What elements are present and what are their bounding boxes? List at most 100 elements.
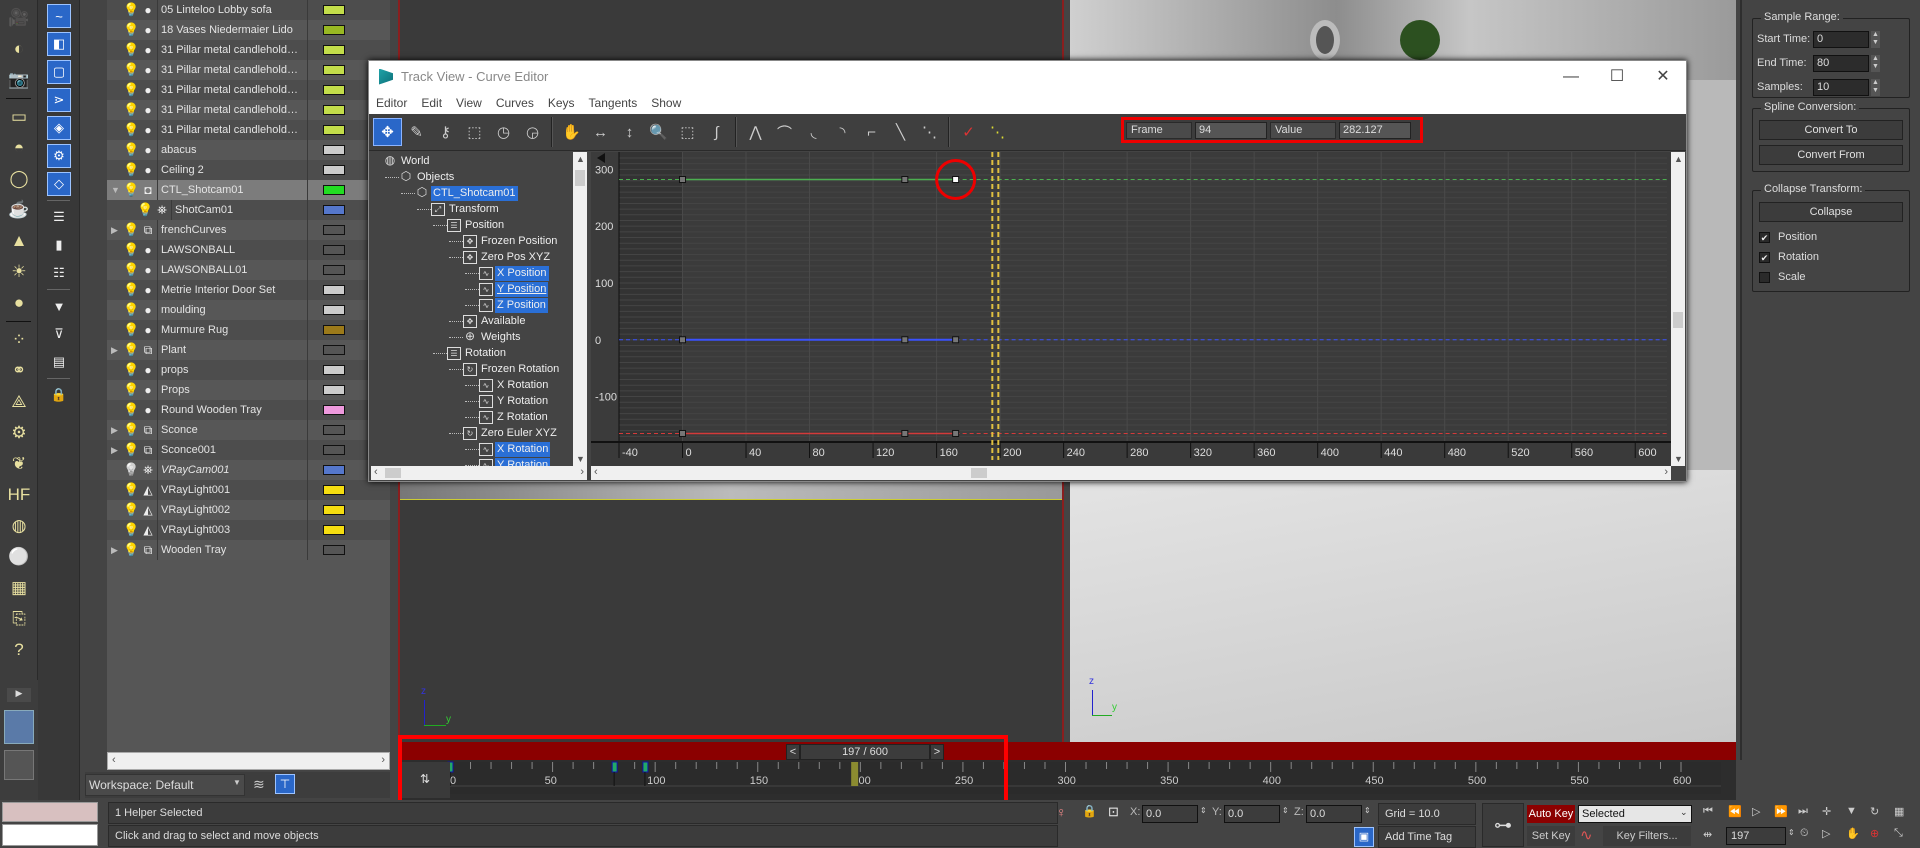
scene-explorer-item[interactable]: ▶ 💡 ⧉ Wooden Tray: [107, 540, 390, 560]
track-tree-item[interactable]: ∿ Y Position: [479, 282, 549, 297]
maximize-button[interactable]: ☐: [1594, 61, 1640, 92]
zoom-extents-icon[interactable]: ✛: [1822, 805, 1831, 818]
shell-icon[interactable]: ◍: [6, 513, 32, 539]
object-color-swatch[interactable]: [323, 205, 345, 215]
end-time-input[interactable]: [1813, 54, 1869, 72]
object-color-swatch[interactable]: [323, 125, 345, 135]
object-color-swatch[interactable]: [323, 305, 345, 315]
scroll-left-icon[interactable]: ‹: [112, 754, 116, 766]
set-key-button[interactable]: Set Key: [1527, 826, 1575, 846]
checkbox-box[interactable]: ✔: [1759, 231, 1770, 243]
layout-two-icon[interactable]: [4, 710, 34, 744]
menu-keys[interactable]: Keys: [541, 96, 582, 110]
select-invert-icon[interactable]: ☷: [47, 261, 71, 285]
menu-show[interactable]: Show: [644, 96, 688, 110]
maxscript-input[interactable]: [2, 824, 98, 846]
rotation-checkbox[interactable]: ✔ Rotation: [1753, 247, 1909, 267]
isolate-icon[interactable]: ♀: [1056, 804, 1067, 820]
play-icon[interactable]: ▷: [1752, 805, 1760, 818]
object-color-swatch[interactable]: [323, 85, 345, 95]
track-tree-item[interactable]: ✥ Available: [463, 314, 527, 329]
add-time-tag-button[interactable]: Add Time Tag: [1378, 826, 1476, 848]
help-icon[interactable]: ?: [6, 637, 32, 663]
key-filters-button[interactable]: Key Filters...: [1603, 826, 1691, 846]
table-icon[interactable]: ▦: [6, 575, 32, 601]
region-select-icon[interactable]: ⬚: [460, 118, 489, 146]
visibility-bulb-icon[interactable]: 💡: [123, 462, 139, 478]
visibility-bulb-icon[interactable]: 💡: [123, 522, 139, 538]
track-tree-item[interactable]: ⊕ Weights: [463, 330, 523, 345]
display-cameras-icon[interactable]: ⚙: [47, 144, 71, 168]
tangent-step-icon[interactable]: ⌐: [857, 118, 886, 146]
object-color-swatch[interactable]: [323, 165, 345, 175]
curve-key[interactable]: [901, 336, 909, 344]
scroll-right-icon[interactable]: ›: [381, 754, 385, 766]
add-keys-icon[interactable]: ⚷: [431, 118, 460, 146]
expand-arrow-icon[interactable]: ▶: [7, 688, 31, 702]
object-color-swatch[interactable]: [323, 485, 345, 495]
viewport-bottom-left[interactable]: z y: [398, 500, 1064, 742]
tree-vertical-scrollbar[interactable]: ▲ ▼: [573, 152, 587, 466]
visibility-bulb-icon[interactable]: 💡: [123, 262, 139, 278]
curve-editor-titlebar[interactable]: Track View - Curve Editor — ☐ ✕: [369, 61, 1686, 92]
object-color-swatch[interactable]: [323, 285, 345, 295]
mesh-light-icon[interactable]: ☕: [6, 197, 32, 223]
key-mode-toggle-icon[interactable]: ⇹: [1703, 828, 1712, 841]
visibility-bulb-icon[interactable]: 💡: [123, 222, 139, 238]
export-icon[interactable]: ⎘: [6, 606, 32, 632]
camera-icon[interactable]: 🎥: [6, 5, 32, 31]
visibility-bulb-icon[interactable]: 💡: [123, 302, 139, 318]
scene-explorer-item[interactable]: ▼ 💡 ◘ CTL_Shotcam01: [107, 180, 390, 200]
track-tree-item[interactable]: ∿ Y Rotation: [479, 458, 551, 466]
track-tree-item[interactable]: ∿ X Rotation: [479, 378, 550, 393]
visibility-bulb-icon[interactable]: 💡: [123, 282, 139, 298]
z-spinner[interactable]: ⇕: [1364, 806, 1371, 815]
end-time-spinner[interactable]: ▲ ▼: [1871, 54, 1880, 72]
visibility-bulb-icon[interactable]: 💡: [137, 202, 153, 218]
plane-light-icon[interactable]: ▭: [6, 104, 32, 130]
scene-explorer-item[interactable]: 💡 ◭ VRayLight001: [107, 480, 390, 500]
fur-icon[interactable]: ❦: [6, 451, 32, 477]
visibility-bulb-icon[interactable]: 💡: [123, 142, 139, 158]
retime-icon[interactable]: ◷: [489, 118, 518, 146]
menu-edit[interactable]: Edit: [414, 96, 449, 110]
display-shapes-icon[interactable]: ~: [47, 4, 71, 28]
scene-explorer-item[interactable]: ▶ 💡 ⧉ Sconce001: [107, 440, 390, 460]
filter-settings-icon[interactable]: ⊽: [47, 322, 71, 346]
break-tangents-icon[interactable]: ✓: [954, 118, 983, 146]
scene-explorer-item[interactable]: ▶ 💡 ⧉ frenchCurves: [107, 220, 390, 240]
expand-arrow-icon[interactable]: ▶: [111, 225, 123, 236]
scene-explorer-item[interactable]: 💡 ● props: [107, 360, 390, 380]
sun-icon[interactable]: ☀: [6, 259, 32, 285]
scale-checkbox[interactable]: Scale: [1753, 267, 1909, 287]
track-tree-item[interactable]: ⤢ Transform: [431, 202, 501, 217]
physical-camera-icon[interactable]: ◐: [6, 36, 32, 62]
auto-key-button[interactable]: Auto Key: [1527, 805, 1575, 823]
scene-explorer-item[interactable]: 💡 ● 18 Vases Niedermaier Lido: [107, 20, 390, 40]
object-color-swatch[interactable]: [323, 465, 345, 475]
layers-icon[interactable]: ≋: [253, 776, 265, 793]
frame-value-field[interactable]: 94: [1195, 121, 1267, 139]
explorer-horizontal-scrollbar[interactable]: ‹ ›: [107, 752, 390, 770]
convert-to-button[interactable]: Convert To: [1759, 120, 1903, 140]
visibility-bulb-icon[interactable]: 💡: [123, 482, 139, 498]
object-color-swatch[interactable]: [323, 145, 345, 155]
track-tree-item[interactable]: ✥ Zero Pos XYZ: [463, 250, 552, 265]
curve-key[interactable]: [901, 429, 909, 437]
visibility-bulb-icon[interactable]: 💡: [123, 442, 139, 458]
display-helpers-icon[interactable]: ⋗: [47, 88, 71, 112]
object-color-swatch[interactable]: [323, 225, 345, 235]
sphere-light-icon[interactable]: ◯: [6, 166, 32, 192]
collapse-arrow-icon[interactable]: ▼: [111, 185, 123, 195]
track-tree-item[interactable]: ∿ X Position: [479, 266, 549, 281]
maximize-viewport-icon[interactable]: ⤡: [1894, 827, 1903, 840]
hierarchy-view-icon[interactable]: ⊤: [275, 774, 295, 794]
move-keys-icon[interactable]: ✥: [373, 118, 402, 146]
layout-four-icon[interactable]: [4, 750, 34, 780]
track-tree-item[interactable]: ☰ Rotation: [447, 346, 508, 361]
display-geometry-icon[interactable]: ◧: [47, 32, 71, 56]
tangent-spline-icon[interactable]: ⌒: [770, 118, 799, 146]
close-button[interactable]: ✕: [1640, 61, 1686, 92]
particle-icon[interactable]: ⁘: [6, 327, 32, 353]
draw-curves-icon[interactable]: ✎: [402, 118, 431, 146]
